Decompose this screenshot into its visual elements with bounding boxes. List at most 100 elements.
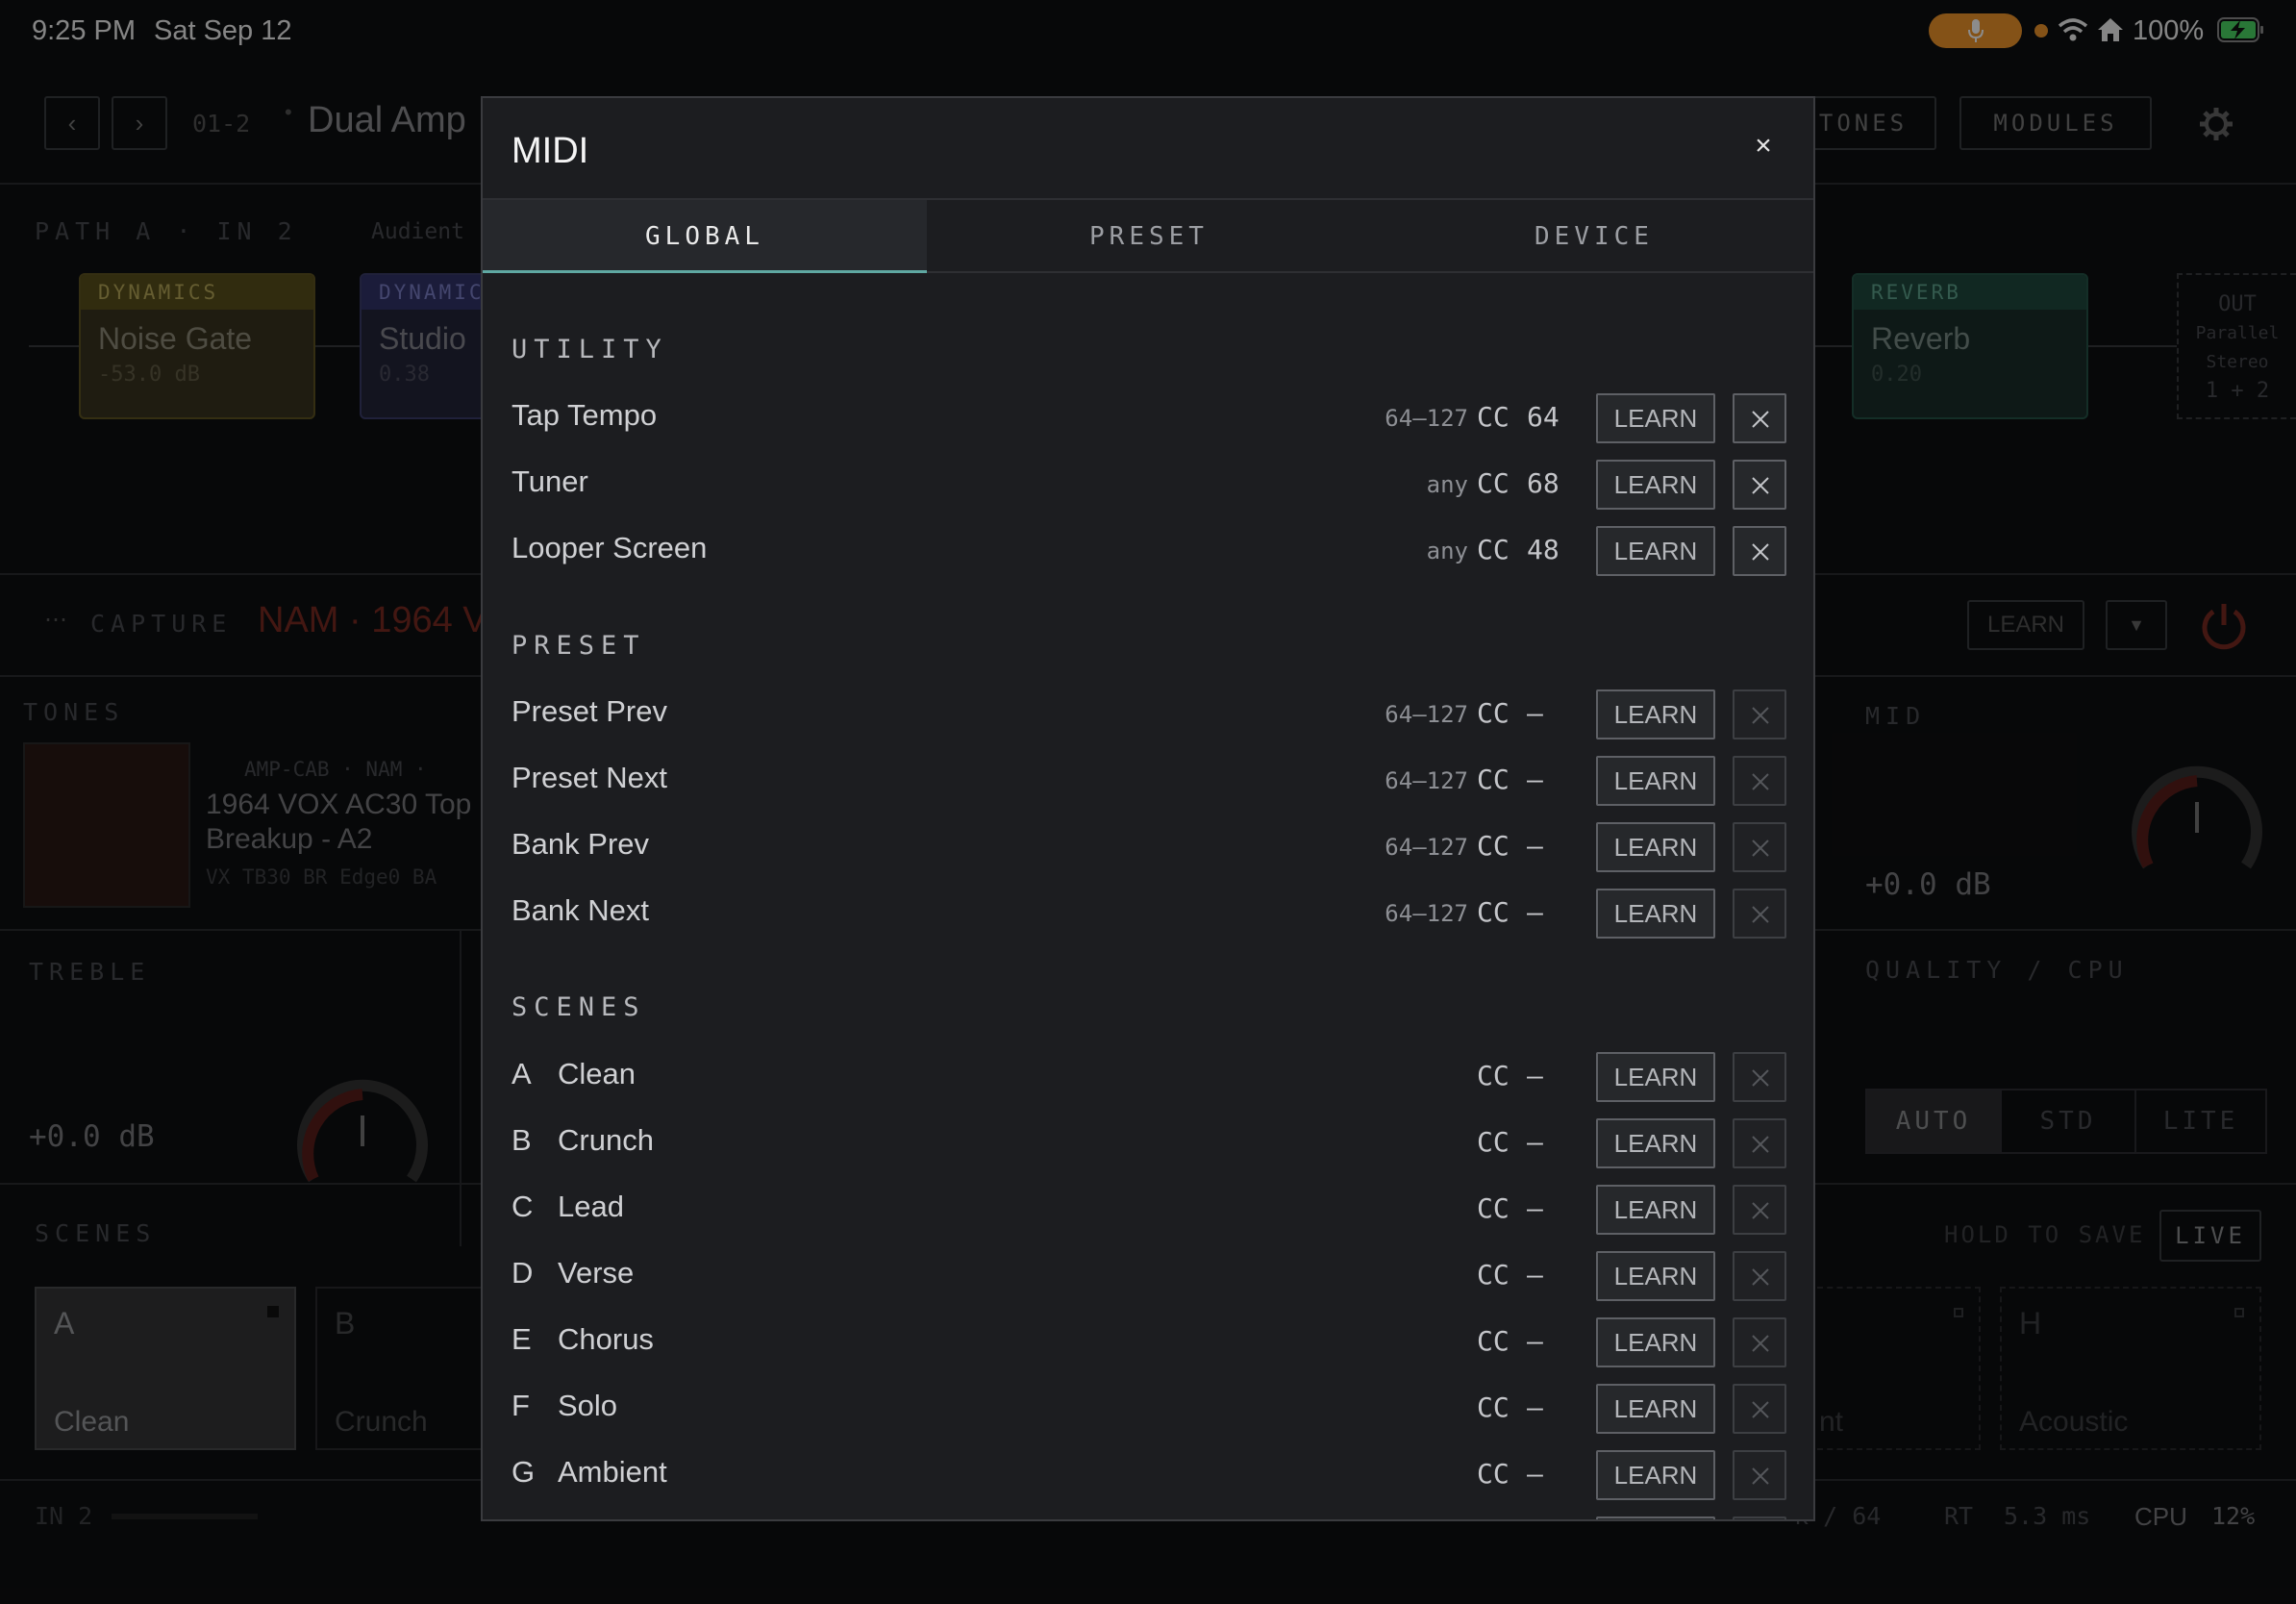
cc-number: — xyxy=(1527,1192,1543,1224)
cc-label: CC xyxy=(1477,1259,1510,1291)
learn-button[interactable]: LEARN xyxy=(1596,689,1715,739)
learn-button[interactable]: LEARN xyxy=(1596,526,1715,576)
learn-button[interactable]: LEARN xyxy=(1596,1185,1715,1235)
clear-button[interactable] xyxy=(1733,689,1786,739)
cc-label: CC xyxy=(1477,1325,1510,1357)
clear-button[interactable] xyxy=(1733,1185,1786,1235)
cc-number: — xyxy=(1527,1060,1543,1091)
midi-row-bank-next: Bank Next 64–127 CC — LEARN xyxy=(483,880,1813,946)
close-icon xyxy=(1752,1467,1769,1485)
learn-button[interactable]: LEARN xyxy=(1596,1384,1715,1434)
row-label: Verse xyxy=(558,1256,635,1290)
cc-label: CC xyxy=(1477,764,1510,795)
section-preset: PRESET xyxy=(512,631,646,661)
cc-number: — xyxy=(1527,764,1543,795)
midi-row-partial xyxy=(483,1508,1813,1519)
scene-letter: D xyxy=(512,1256,534,1290)
close-icon xyxy=(1752,411,1769,428)
clear-button[interactable] xyxy=(1733,1450,1786,1500)
midi-row-tuner: Tuner any CC 68 LEARN xyxy=(483,451,1813,517)
cc-number: — xyxy=(1527,1391,1543,1423)
cc-number: — xyxy=(1527,1325,1543,1357)
clear-button[interactable] xyxy=(1733,393,1786,443)
cc-number: 68 xyxy=(1527,467,1560,499)
midi-row-tap-tempo: Tap Tempo 64–127 CC 64 LEARN xyxy=(483,385,1813,451)
cc-label: CC xyxy=(1477,1458,1510,1490)
cc-number: — xyxy=(1527,896,1543,928)
learn-button[interactable]: LEARN xyxy=(1596,889,1715,939)
close-icon xyxy=(1752,1268,1769,1286)
scene-letter: A xyxy=(512,1057,532,1090)
close-icon xyxy=(1752,1069,1769,1087)
clear-button[interactable] xyxy=(1733,526,1786,576)
clear-button[interactable] xyxy=(1733,822,1786,872)
close-icon xyxy=(1752,1335,1769,1352)
row-range: 64–127 xyxy=(1385,767,1468,794)
midi-row-scene-d: D Verse CC — LEARN xyxy=(483,1242,1813,1309)
tab-preset[interactable]: PRESET xyxy=(927,200,1371,273)
learn-button[interactable]: LEARN xyxy=(1596,460,1715,510)
scene-letter: C xyxy=(512,1190,534,1223)
learn-button[interactable]: LEARN xyxy=(1596,822,1715,872)
midi-row-preset-prev: Preset Prev 64–127 CC — LEARN xyxy=(483,681,1813,747)
close-button[interactable]: × xyxy=(1744,127,1783,165)
clear-button[interactable] xyxy=(1733,1516,1786,1519)
cc-label: CC xyxy=(1477,467,1510,499)
learn-button[interactable]: LEARN xyxy=(1596,1251,1715,1301)
row-range: any xyxy=(1426,538,1468,564)
close-icon xyxy=(1752,1202,1769,1219)
cc-label: CC xyxy=(1477,896,1510,928)
cc-label: CC xyxy=(1477,534,1510,565)
row-label: Ambient xyxy=(558,1455,667,1489)
cc-number: — xyxy=(1527,830,1543,862)
clear-button[interactable] xyxy=(1733,1251,1786,1301)
scene-letter: G xyxy=(512,1455,536,1489)
tab-global[interactable]: GLOBAL xyxy=(483,200,927,273)
tab-device[interactable]: DEVICE xyxy=(1371,200,1813,273)
midi-modal: MIDI × GLOBAL PRESET DEVICE UTILITY Tap … xyxy=(481,96,1815,1521)
cc-number: — xyxy=(1527,697,1543,729)
clear-button[interactable] xyxy=(1733,1317,1786,1367)
clear-button[interactable] xyxy=(1733,460,1786,510)
midi-row-preset-next: Preset Next 64–127 CC — LEARN xyxy=(483,747,1813,814)
midi-row-scene-b: B Crunch CC — LEARN xyxy=(483,1110,1813,1176)
modal-title: MIDI xyxy=(512,131,589,171)
learn-button[interactable]: LEARN xyxy=(1596,393,1715,443)
midi-row-scene-c: C Lead CC — LEARN xyxy=(483,1176,1813,1242)
learn-button[interactable]: LEARN xyxy=(1596,1450,1715,1500)
close-icon xyxy=(1752,477,1769,494)
row-label: Tap Tempo xyxy=(512,398,658,432)
cc-label: CC xyxy=(1477,1192,1510,1224)
section-scenes: SCENES xyxy=(512,992,646,1022)
scene-letter: B xyxy=(512,1123,532,1157)
cc-label: CC xyxy=(1477,1126,1510,1158)
cc-number: — xyxy=(1527,1259,1543,1291)
row-label: Preset Prev xyxy=(512,694,667,728)
clear-button[interactable] xyxy=(1733,889,1786,939)
learn-button[interactable]: LEARN xyxy=(1596,1118,1715,1168)
row-range: any xyxy=(1426,471,1468,498)
row-label: Crunch xyxy=(558,1123,654,1157)
row-label: Looper Screen xyxy=(512,531,708,564)
row-range: 64–127 xyxy=(1385,405,1468,432)
cc-label: CC xyxy=(1477,1391,1510,1423)
learn-button[interactable]: LEARN xyxy=(1596,1052,1715,1102)
learn-button[interactable] xyxy=(1596,1516,1715,1519)
tab-bar: GLOBAL PRESET DEVICE xyxy=(483,198,1813,273)
clear-button[interactable] xyxy=(1733,1384,1786,1434)
clear-button[interactable] xyxy=(1733,756,1786,806)
midi-row-scene-f: F Solo CC — LEARN xyxy=(483,1375,1813,1441)
clear-button[interactable] xyxy=(1733,1118,1786,1168)
cc-label: CC xyxy=(1477,697,1510,729)
cc-number: — xyxy=(1527,1458,1543,1490)
cc-number: 48 xyxy=(1527,534,1560,565)
midi-row-scene-a: A Clean CC — LEARN xyxy=(483,1043,1813,1110)
learn-button[interactable]: LEARN xyxy=(1596,756,1715,806)
row-label: Solo xyxy=(558,1389,618,1422)
close-icon xyxy=(1752,1136,1769,1153)
learn-button[interactable]: LEARN xyxy=(1596,1317,1715,1367)
clear-button[interactable] xyxy=(1733,1052,1786,1102)
row-range: 64–127 xyxy=(1385,701,1468,728)
midi-row-looper-screen: Looper Screen any CC 48 LEARN xyxy=(483,517,1813,584)
row-label: Preset Next xyxy=(512,761,667,794)
